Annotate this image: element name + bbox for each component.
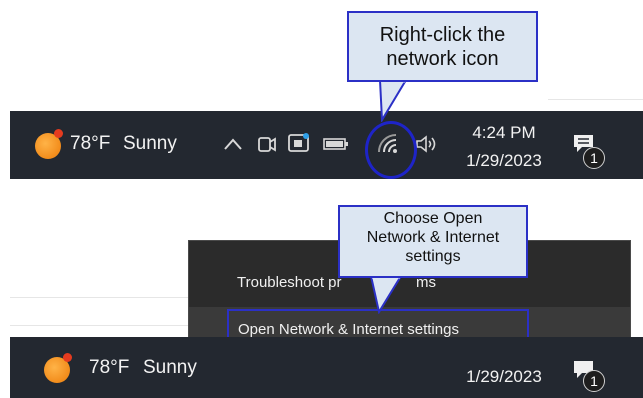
weather-alert-dot bbox=[54, 129, 63, 138]
weather-condition[interactable]: Sunny bbox=[143, 357, 197, 379]
weather-condition[interactable]: Sunny bbox=[123, 133, 177, 155]
callout-bottom-line3: settings bbox=[405, 248, 461, 265]
divider bbox=[548, 99, 643, 100]
instruction-callout-top: Right-click the network icon bbox=[347, 11, 538, 82]
app-tray-icon[interactable] bbox=[288, 132, 310, 154]
callout-pointer bbox=[369, 276, 403, 314]
callout-pointer bbox=[378, 80, 408, 122]
taskbar: 78°F Sunny 1/29/2023 1 bbox=[10, 337, 643, 398]
divider bbox=[10, 297, 190, 298]
clock-time[interactable]: 4:24 PM bbox=[464, 123, 544, 143]
callout-top-line1: Right-click the bbox=[379, 24, 506, 46]
taskbar: 78°F Sunny 4:24 PM 1/29/2023 1 bbox=[10, 111, 643, 179]
callout-bottom-line2: Network & Internet bbox=[366, 229, 500, 246]
clock-date[interactable]: 1/29/2023 bbox=[458, 367, 550, 387]
instruction-callout-bottom: Choose Open Network & Internet settings bbox=[338, 205, 528, 278]
meet-now-icon[interactable] bbox=[257, 132, 277, 156]
weather-temperature[interactable]: 78°F bbox=[70, 133, 110, 155]
volume-icon[interactable] bbox=[415, 134, 441, 154]
clock-date[interactable]: 1/29/2023 bbox=[458, 151, 550, 171]
weather-alert-dot bbox=[63, 353, 72, 362]
menu-item-troubleshoot[interactable]: Troubleshoot pr bbox=[237, 274, 342, 291]
battery-icon[interactable] bbox=[323, 137, 349, 151]
network-icon-highlight bbox=[365, 121, 417, 179]
divider bbox=[10, 325, 190, 326]
notification-badge: 1 bbox=[583, 370, 605, 392]
callout-top-line2: network icon bbox=[386, 48, 499, 70]
notification-badge: 1 bbox=[583, 147, 605, 169]
chevron-up-icon[interactable] bbox=[223, 137, 243, 151]
menu-item-network-settings-label: Open Network & Internet settings bbox=[238, 321, 459, 338]
weather-temperature[interactable]: 78°F bbox=[89, 357, 129, 379]
callout-bottom-line1: Choose Open bbox=[383, 210, 483, 227]
menu-item-troubleshoot-label: Troubleshoot pr bbox=[237, 274, 342, 291]
